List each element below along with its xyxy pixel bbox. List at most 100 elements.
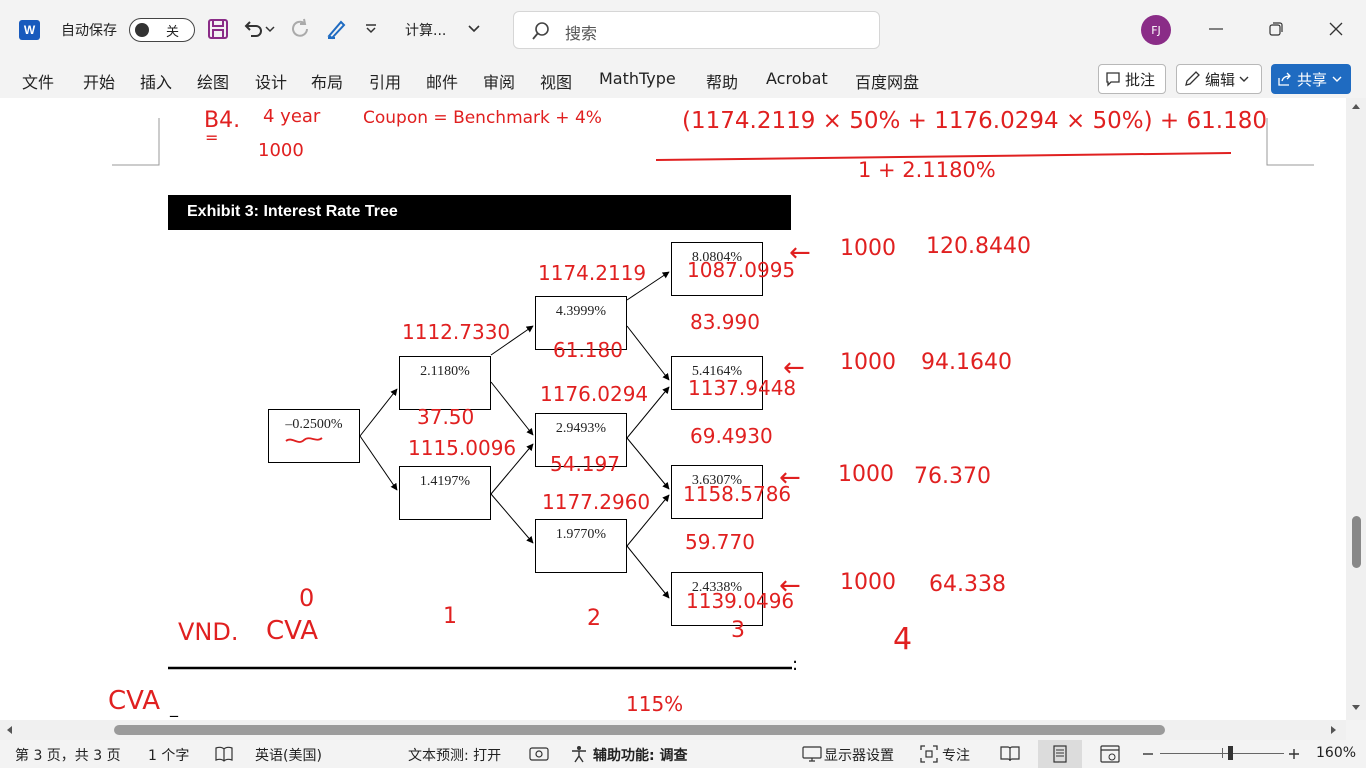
proofing-book-icon[interactable] [215,746,233,762]
zoom-slider[interactable] [1160,746,1284,760]
zoom-in-icon[interactable] [1289,749,1299,759]
table-end-mark: : [792,654,799,675]
tab-mathtype[interactable]: MathType [599,69,676,88]
ink-time-2: 2 [587,606,601,631]
horizontal-scroll-thumb[interactable] [114,725,1165,735]
minimize-icon[interactable] [1201,14,1231,44]
accessibility-status[interactable]: 辅助功能: 调查 [593,745,687,765]
tab-baidu[interactable]: 百度网盘 [855,69,919,93]
arrow-left-icon: ← [783,353,805,383]
ink-year: 4 year [263,106,321,127]
tab-insert[interactable]: 插入 [140,69,172,93]
tab-design[interactable]: 设计 [255,69,287,93]
ink-time-0: 0 [299,584,315,612]
zoom-level[interactable]: 160% [1316,745,1356,761]
comment-icon [1106,72,1120,87]
ink-value-1176: 1176.0294 [540,382,649,406]
scroll-up-icon[interactable] [1351,102,1361,110]
ink-coupon-r1: 120.8440 [926,234,1031,259]
tab-home[interactable]: 开始 [83,69,115,93]
ink-principal: 1000 [840,236,896,261]
ink-percent: 115% [626,692,684,716]
document-canvas[interactable]: Exhibit 3: Interest Rate Tree –0.2500% 2… [0,98,1346,720]
chevron-down-icon[interactable] [459,14,489,44]
web-layout-icon[interactable] [1100,745,1120,763]
ink-principal: 1000 [838,462,894,487]
focus-icon[interactable] [920,745,938,763]
ink-formula-numerator: (1174.2119 × 50% + 1176.0294 × 50%) + 61… [682,108,1267,134]
close-icon[interactable] [1321,14,1351,44]
arrow-left-icon: ← [779,463,801,493]
tab-file[interactable]: 文件 [22,69,54,93]
horizontal-scrollbar[interactable] [0,720,1346,740]
text-cursor-line: _ [170,698,178,717]
document-title[interactable]: 计算... [405,0,446,60]
arrow-left-icon: ← [779,571,801,601]
language[interactable]: 英语(美国) [255,745,322,765]
vertical-scrollbar[interactable] [1346,98,1366,720]
zoom-out-icon[interactable] [1143,753,1153,755]
ink-coupon-6118: 61.180 [553,338,623,362]
save-icon[interactable] [203,14,233,44]
pen-icon[interactable] [321,14,351,44]
text-prediction[interactable]: 文本预测: 打开 [408,745,501,765]
ink-value-1139: 1139.0496 [686,589,795,613]
ink-vnd: VND. [178,618,239,646]
scroll-right-icon[interactable] [1330,725,1338,735]
edit-mode-button[interactable]: 编辑 [1176,64,1262,94]
arrow-left-icon: ← [789,238,811,268]
accessibility-icon[interactable] [570,745,588,763]
comment-button[interactable]: 批注 [1098,64,1166,94]
ink-coupon: Coupon = Benchmark + 4% [363,108,602,128]
tab-help[interactable]: 帮助 [706,69,738,93]
ink-coupon-6949: 69.4930 [690,424,773,448]
tab-mailings[interactable]: 邮件 [426,69,458,93]
tab-acrobat[interactable]: Acrobat [766,69,828,88]
tab-layout[interactable]: 布局 [311,69,343,93]
edit-label: 编辑 [1205,70,1236,89]
display-settings[interactable]: 显示器设置 [824,745,894,765]
ink-cva: CVA [266,616,319,646]
avatar[interactable]: FJ [1141,15,1171,45]
ink-value-1174: 1174.2119 [538,261,647,285]
vertical-scroll-thumb[interactable] [1352,516,1361,568]
tab-view[interactable]: 视图 [540,69,572,93]
word-icon[interactable]: W [19,20,40,40]
page-count[interactable]: 第 3 页，共 3 页 [15,745,121,765]
tab-review[interactable]: 审阅 [483,69,515,93]
autosave-label: 自动保存 [61,23,117,39]
zoom-slider-thumb[interactable] [1228,746,1233,760]
ink-value-1137: 1137.9448 [688,376,797,400]
prediction-icon[interactable] [529,746,549,762]
search-box[interactable]: 搜索 [513,11,880,49]
chevron-down-icon [1332,76,1342,82]
scroll-left-icon[interactable] [5,725,13,735]
autosave-state: 关 [166,25,180,40]
zoom-slider-center [1222,748,1223,758]
autosave-toggle[interactable]: 关 [129,18,195,42]
share-button[interactable]: 共享 [1271,64,1351,94]
ink-value-1177: 1177.2960 [542,490,651,514]
ink-value-1087: 1087.0995 [687,258,796,282]
ribbon-tabs: 文件 开始 插入 绘图 设计 布局 引用 邮件 审阅 视图 MathType 帮… [0,60,1366,98]
undo-dropdown-icon[interactable] [260,14,280,44]
redo-icon[interactable] [285,14,315,44]
ink-coupon-r2: 94.1640 [921,350,1012,375]
ink-coupon-r4: 64.338 [929,572,1006,597]
read-mode-icon[interactable] [1000,745,1020,763]
document-page[interactable]: Exhibit 3: Interest Rate Tree –0.2500% 2… [0,98,1346,720]
focus-mode[interactable]: 专注 [942,745,970,765]
tab-draw[interactable]: 绘图 [197,69,229,93]
display-settings-icon[interactable] [802,746,822,762]
ink-coupon-8399: 83.990 [690,310,760,334]
tab-references[interactable]: 引用 [369,69,401,93]
search-placeholder: 搜索 [565,24,598,43]
restore-icon[interactable] [1261,14,1291,44]
word-count[interactable]: 1 个字 [148,745,189,765]
ink-coupon-5419: 54.197 [550,452,620,476]
ink-value-1112: 1112.7330 [402,320,511,344]
customize-qat-icon[interactable] [356,14,386,44]
share-icon [1278,72,1291,86]
scroll-down-icon[interactable] [1351,704,1361,712]
print-layout-button[interactable] [1038,740,1082,768]
